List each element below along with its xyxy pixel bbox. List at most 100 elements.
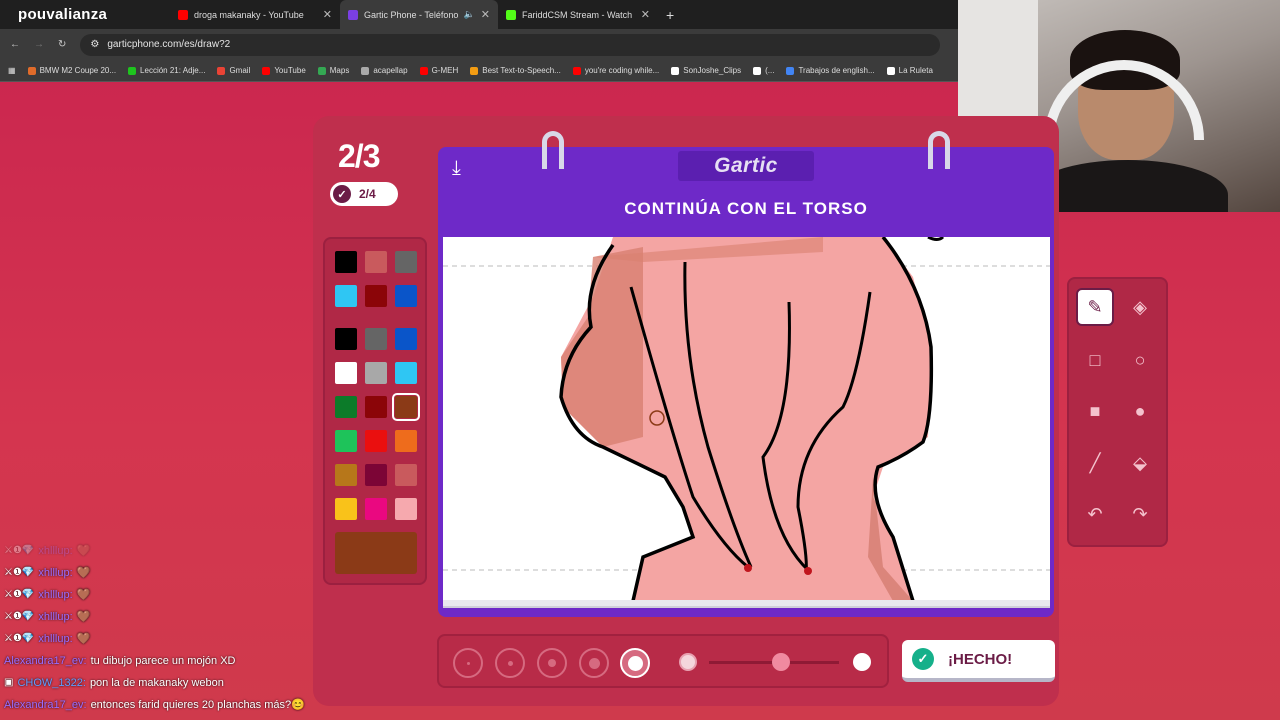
opacity-slider-thumb[interactable] xyxy=(771,653,790,671)
color-swatch[interactable] xyxy=(335,285,357,307)
bookmark-item[interactable]: Best Text-to-Speech... xyxy=(470,66,561,75)
forward-icon[interactable]: → xyxy=(34,39,44,50)
instruction-text: CONTINÚA CON EL TORSO xyxy=(624,199,868,218)
color-swatch[interactable] xyxy=(395,430,417,452)
brush-size-3[interactable] xyxy=(537,648,567,678)
close-icon[interactable]: ✕ xyxy=(481,8,490,21)
color-swatch[interactable] xyxy=(335,498,357,520)
reload-icon[interactable]: ↻ xyxy=(58,39,66,50)
close-icon[interactable]: ✕ xyxy=(641,8,650,21)
bookmark-item[interactable]: BMW M2 Coupe 20... xyxy=(27,66,116,75)
speaker-icon[interactable]: 🔈 xyxy=(464,9,475,20)
color-swatch[interactable] xyxy=(365,464,387,486)
color-swatch[interactable] xyxy=(365,362,387,384)
pencil-icon[interactable]: ✎ xyxy=(1076,288,1114,326)
color-swatch[interactable] xyxy=(365,328,387,350)
bookmark-item[interactable]: Lección 21: Adje... xyxy=(128,66,205,75)
color-swatch[interactable] xyxy=(365,498,387,520)
ellipse-fill-icon[interactable]: ● xyxy=(1121,392,1159,430)
bookmark-item[interactable]: G-MEH xyxy=(419,66,458,75)
brush-settings xyxy=(437,634,889,688)
site-info-icon[interactable]: ⚙ xyxy=(90,39,99,50)
bookmark-label: acapellap xyxy=(373,66,408,75)
apps-icon[interactable]: ▦ xyxy=(8,66,16,75)
color-swatch[interactable] xyxy=(335,328,357,350)
chat-username[interactable]: xhlllup: xyxy=(38,584,72,606)
bookmark-item[interactable]: (... xyxy=(753,66,774,75)
youtube-icon xyxy=(178,9,188,20)
rect-outline-icon[interactable]: □ xyxy=(1076,341,1114,379)
drawing-canvas[interactable] xyxy=(443,237,1050,601)
bucket-icon[interactable]: ⬙ xyxy=(1121,444,1159,482)
chat-text: 🤎 xyxy=(76,545,91,557)
gartic-logo: Gartic xyxy=(678,151,814,181)
color-swatch[interactable] xyxy=(365,430,387,452)
color-swatch[interactable] xyxy=(395,362,417,384)
color-swatch[interactable] xyxy=(335,362,357,384)
color-swatch[interactable] xyxy=(335,464,357,486)
chat-username[interactable]: xhlllup: xyxy=(38,540,72,562)
close-icon[interactable]: ✕ xyxy=(323,8,332,21)
done-button[interactable]: ✓ ¡HECHO! xyxy=(902,640,1055,682)
redo-icon[interactable]: ↷ xyxy=(1121,495,1159,533)
back-icon[interactable]: ← xyxy=(10,39,20,50)
chat-badge-icon: ▣ xyxy=(4,677,14,688)
chat-username[interactable]: xhlllup: xyxy=(38,628,72,650)
chat-badge-icon: ⚔❶💎 xyxy=(4,633,35,644)
chat-text: 🤎 xyxy=(76,589,91,601)
color-swatch[interactable] xyxy=(335,251,357,273)
gartic-icon xyxy=(348,9,358,20)
color-swatch[interactable] xyxy=(365,285,387,307)
color-swatch[interactable] xyxy=(365,251,387,273)
chat-message: ⚔❶💎 xhlllup: 🤎 xyxy=(4,606,424,628)
chat-username[interactable]: xhlllup: xyxy=(38,562,72,584)
chat-username[interactable]: CHOW_1322: xyxy=(17,672,85,694)
url-field[interactable]: ⚙ garticphone.com/es/draw?2 xyxy=(80,33,941,56)
bookmark-label: SonJoshe_Clips xyxy=(683,66,742,75)
bookmark-item[interactable]: YouTube xyxy=(262,66,306,75)
brush-size-1[interactable] xyxy=(453,648,483,678)
binder-ring xyxy=(928,131,950,169)
color-swatch[interactable] xyxy=(395,285,417,307)
bookmark-icon xyxy=(128,66,137,75)
eraser-icon[interactable]: ◈ xyxy=(1121,288,1159,326)
bookmark-item[interactable]: Maps xyxy=(317,66,349,75)
done-label: ¡HECHO! xyxy=(948,650,1013,668)
bookmark-item[interactable]: acapellap xyxy=(361,66,408,75)
color-palette xyxy=(323,237,427,585)
chat-username[interactable]: Alexandra17_ev: xyxy=(4,694,87,716)
bookmark-item[interactable]: Gmail xyxy=(217,66,250,75)
download-icon[interactable]: ⤓ xyxy=(452,157,461,180)
bookmark-icon xyxy=(753,66,762,75)
youtube-icon xyxy=(572,66,581,75)
bookmark-item[interactable]: Trabajos de english... xyxy=(786,66,875,75)
undo-icon[interactable]: ↶ xyxy=(1076,495,1114,533)
tab-kick-stream[interactable]: FariddCSM Stream - Watch Live ✕ xyxy=(498,0,658,29)
color-swatch[interactable] xyxy=(335,430,357,452)
color-swatch[interactable] xyxy=(395,251,417,273)
new-tab-button[interactable]: + xyxy=(658,0,682,29)
color-swatch[interactable] xyxy=(335,396,357,418)
chat-badge-icon: ⚔❶💎 xyxy=(4,567,35,578)
bookmark-item[interactable]: SonJoshe_Clips xyxy=(671,66,741,75)
brush-size-5[interactable] xyxy=(620,648,650,678)
color-swatch[interactable] xyxy=(365,396,387,418)
brush-size-2[interactable] xyxy=(495,648,525,678)
bookmark-item[interactable]: La Ruleta xyxy=(886,66,933,75)
tab-gartic-phone[interactable]: Gartic Phone - Teléfono De 🔈 ✕ xyxy=(340,0,498,29)
color-swatch[interactable] xyxy=(395,328,417,350)
bookmark-item[interactable]: you're coding while... xyxy=(572,66,659,75)
rect-fill-icon[interactable]: ■ xyxy=(1076,392,1114,430)
color-swatch[interactable] xyxy=(392,393,420,421)
bookmark-label: La Ruleta xyxy=(898,66,933,75)
color-swatch[interactable] xyxy=(395,464,417,486)
tab-youtube[interactable]: droga makanaky - YouTube ✕ xyxy=(170,0,340,29)
brush-size-4[interactable] xyxy=(579,648,609,678)
chat-username[interactable]: xhlllup: xyxy=(38,606,72,628)
line-icon[interactable]: ╱ xyxy=(1076,444,1114,482)
color-swatch[interactable] xyxy=(395,498,417,520)
dot-icon xyxy=(507,660,513,666)
ellipse-outline-icon[interactable]: ○ xyxy=(1121,341,1159,379)
chat-username[interactable]: Alexandra17_ev: xyxy=(4,650,87,672)
stream-brand-text: pouvalianza xyxy=(18,6,108,23)
